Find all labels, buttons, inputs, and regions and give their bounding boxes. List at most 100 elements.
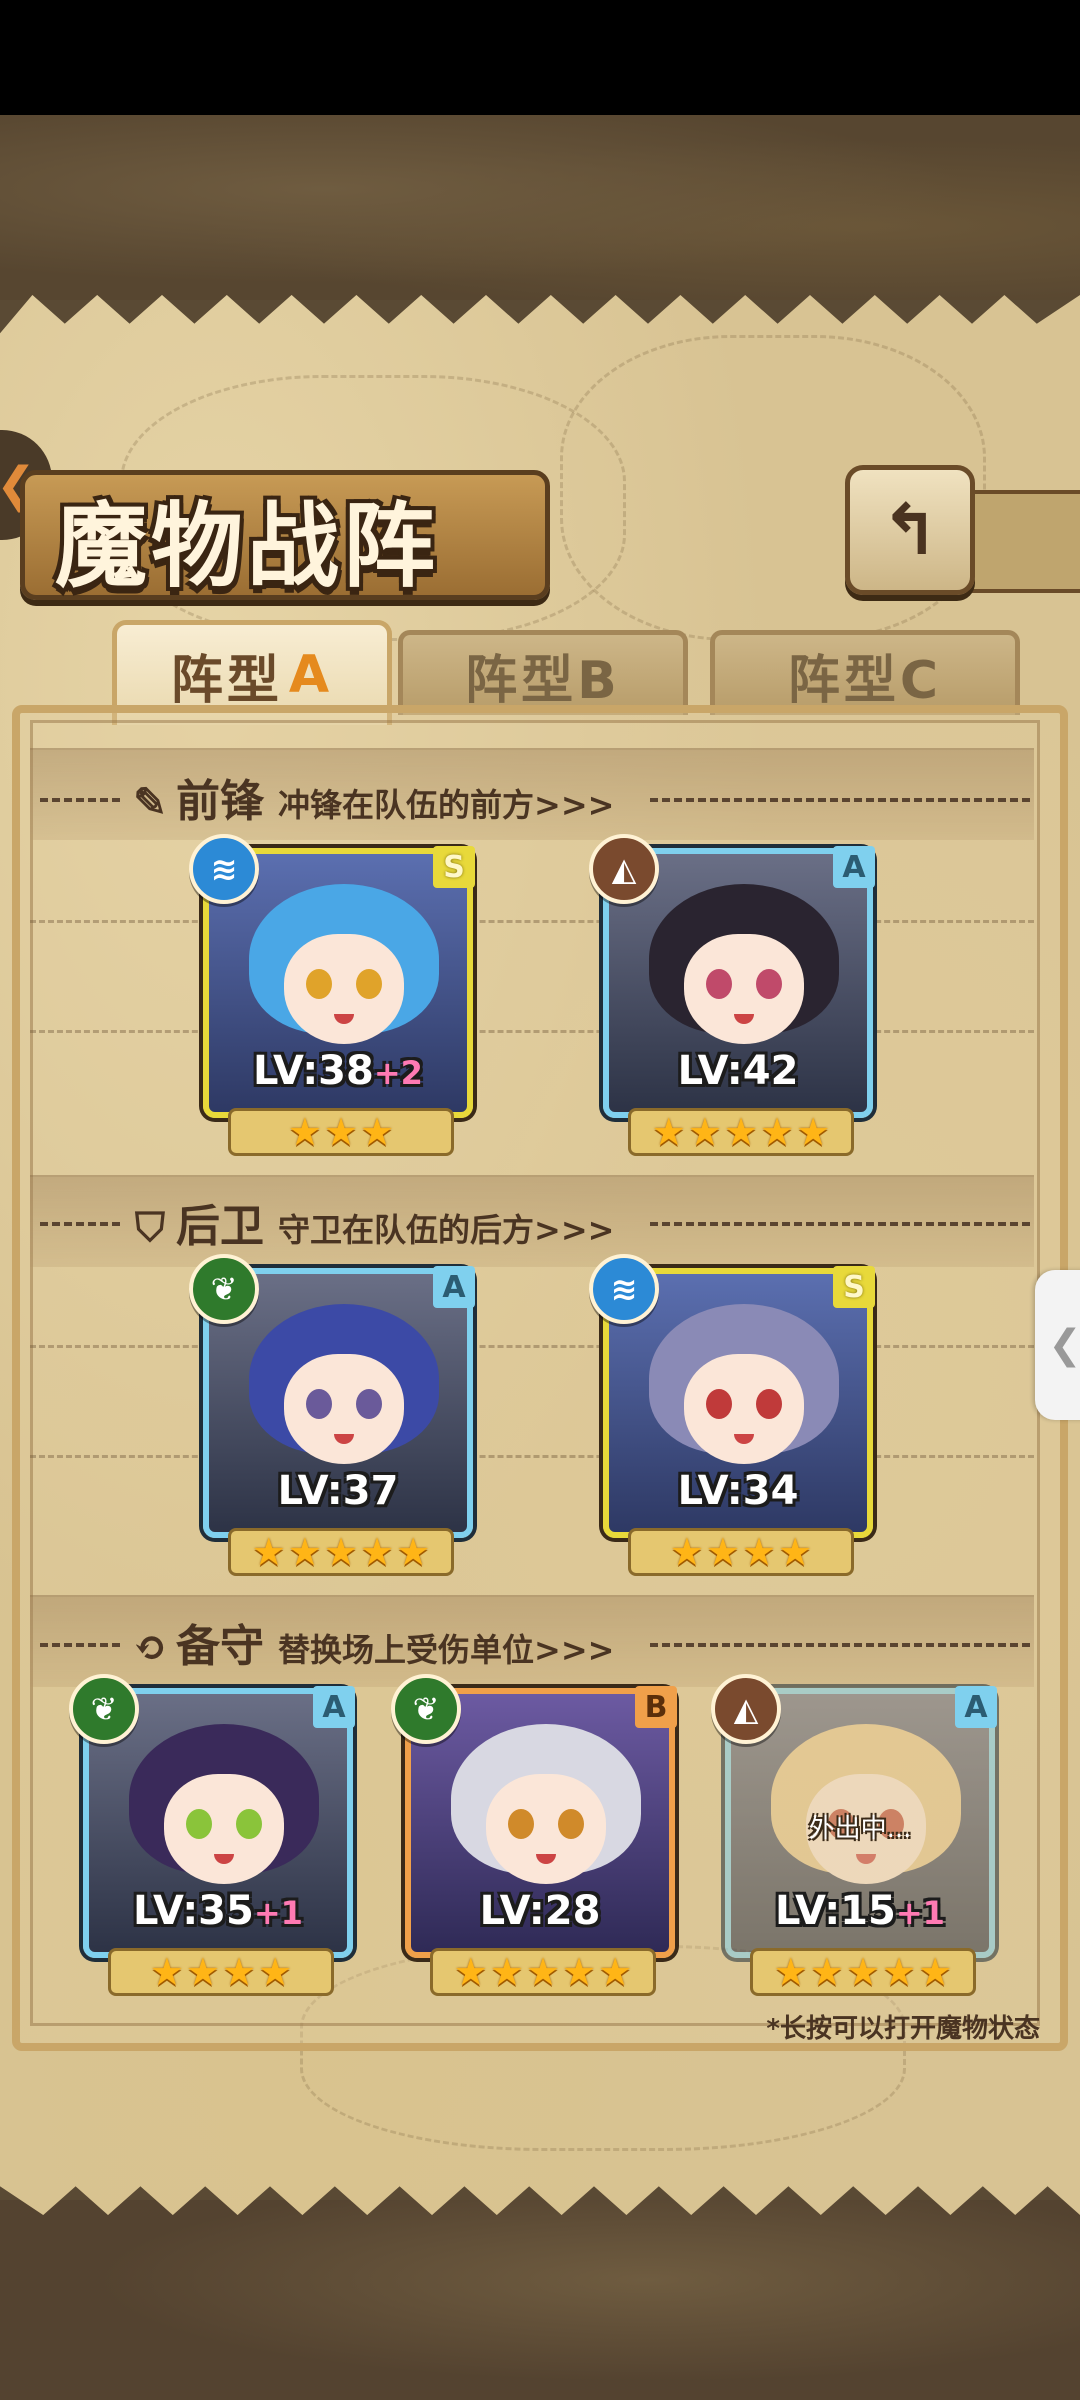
wood-element-icon: ❦ — [189, 1254, 259, 1324]
star-icon: ★ — [287, 1110, 322, 1154]
tab-formation-b[interactable]: 阵型B — [398, 630, 688, 715]
star-icon: ★ — [396, 1530, 431, 1574]
level-bonus: +2 — [373, 1054, 423, 1092]
row-divider — [30, 1455, 1034, 1458]
earth-element-icon: ◭ — [711, 1674, 781, 1744]
level-text: LV:15 — [775, 1888, 896, 1934]
monster-card[interactable]: S ≋ LV:34 ★ ★ ★ ★ — [589, 1254, 875, 1576]
star-rating: ★ ★ ★ ★ ★ — [628, 1108, 854, 1156]
monster-face — [684, 1354, 804, 1464]
monster-face — [486, 1774, 606, 1884]
monster-mouth — [734, 1014, 754, 1024]
tab-formation-c[interactable]: 阵型C — [710, 630, 1020, 715]
star-icon: ★ — [453, 1950, 488, 1994]
star-rating: ★ ★ ★ — [228, 1108, 454, 1156]
monster-mouth — [536, 1854, 556, 1864]
monster-mouth — [214, 1854, 234, 1864]
map-background-bottom — [0, 2200, 1080, 2400]
rank-badge: S — [433, 846, 475, 888]
monster-eye — [558, 1809, 584, 1839]
divider — [650, 798, 1030, 802]
status-bar — [0, 0, 1080, 115]
monster-eye — [306, 1389, 332, 1419]
level-bonus: +1 — [253, 1894, 303, 1932]
star-icon: ★ — [360, 1530, 395, 1574]
monster-face — [684, 934, 804, 1044]
wood-element-icon: ❦ — [391, 1674, 461, 1744]
row-divider — [30, 1030, 1034, 1033]
monster-card[interactable]: 外出中... A ◭ LV:15+1 ★ ★ ★ ★ ★ — [711, 1674, 997, 1996]
star-icon: ★ — [918, 1950, 953, 1994]
star-rating: ★ ★ ★ ★ ★ — [750, 1948, 976, 1996]
monster-face — [284, 1354, 404, 1464]
monster-level: LV:28 — [405, 1888, 675, 1934]
water-element-icon: ≋ — [589, 1254, 659, 1324]
sword-icon: ✎ — [133, 779, 167, 826]
monster-level: LV:34 — [603, 1468, 873, 1514]
star-icon: ★ — [525, 1950, 561, 1994]
monster-level: LV:15+1 — [725, 1888, 995, 1934]
row-divider — [30, 920, 1034, 923]
monster-level: LV:35+1 — [83, 1888, 353, 1934]
rank-badge: A — [313, 1686, 355, 1728]
monster-eye — [356, 969, 382, 999]
star-icon: ★ — [760, 1110, 795, 1154]
side-panel-handle[interactable]: ❮ — [1035, 1270, 1080, 1420]
star-icon: ★ — [778, 1530, 813, 1574]
monster-eye — [508, 1809, 534, 1839]
wood-element-icon: ❦ — [69, 1674, 139, 1744]
shield-icon: ⛉ — [135, 1204, 165, 1251]
star-icon: ★ — [742, 1530, 777, 1574]
monster-mouth — [334, 1434, 354, 1444]
divider — [650, 1643, 1030, 1647]
star-icon: ★ — [796, 1110, 831, 1154]
earth-element-icon: ◭ — [589, 834, 659, 904]
swap-icon: ⟲ — [133, 1624, 167, 1671]
level-bonus: +1 — [895, 1894, 945, 1932]
monster-eye — [356, 1389, 382, 1419]
section-reserve-subtitle: 替换场上受伤单位>>> — [278, 1631, 615, 1669]
tab-suffix: A — [288, 645, 334, 705]
rank-badge: A — [955, 1686, 997, 1728]
monster-card[interactable]: S ≋ LV:38+2 ★ ★ ★ — [189, 834, 475, 1156]
star-icon: ★ — [489, 1950, 524, 1994]
level-text: LV:28 — [479, 1888, 601, 1934]
monster-card[interactable]: A ◭ LV:42 ★ ★ ★ ★ ★ — [589, 834, 875, 1156]
monster-mouth — [734, 1434, 754, 1444]
star-icon: ★ — [287, 1530, 322, 1574]
monster-level: LV:37 — [203, 1468, 473, 1514]
monster-card[interactable]: A ❦ LV:37 ★ ★ ★ ★ ★ — [189, 1254, 475, 1576]
star-rating: ★ ★ ★ ★ ★ — [430, 1948, 656, 1996]
section-rear-subtitle: 守卫在队伍的后方>>> — [278, 1211, 615, 1249]
star-icon: ★ — [258, 1950, 293, 1994]
star-icon: ★ — [185, 1950, 220, 1994]
monster-mouth — [856, 1854, 876, 1864]
star-icon: ★ — [562, 1950, 597, 1994]
monster-eye — [236, 1809, 262, 1839]
divider — [40, 1222, 120, 1226]
level-text: LV:34 — [677, 1468, 799, 1514]
section-reserve-title: ⟲ 备守 替换场上受伤单位>>> — [130, 1610, 614, 1674]
divider — [40, 798, 120, 802]
monster-face — [164, 1774, 284, 1884]
monster-card[interactable]: B ❦ LV:28 ★ ★ ★ ★ ★ — [391, 1674, 677, 1996]
star-icon: ★ — [651, 1110, 686, 1154]
return-button[interactable]: ↰ — [845, 465, 975, 595]
star-icon: ★ — [669, 1530, 704, 1574]
monster-eye — [186, 1809, 212, 1839]
tab-label: 阵型C — [787, 650, 943, 711]
rank-badge: A — [433, 1266, 475, 1308]
tab-label: 阵型B — [465, 650, 621, 711]
monster-eye — [306, 969, 332, 999]
monster-mouth — [334, 1014, 354, 1024]
map-background-top — [0, 115, 1080, 300]
star-icon: ★ — [598, 1950, 633, 1994]
star-icon: ★ — [845, 1950, 881, 1994]
star-icon: ★ — [687, 1110, 722, 1154]
star-icon: ★ — [882, 1950, 917, 1994]
page-title: 魔物战阵 — [55, 492, 440, 600]
monster-card[interactable]: A ❦ LV:35+1 ★ ★ ★ ★ — [69, 1674, 355, 1996]
section-rear-title: ⛉ 后卫 守卫在队伍的后方>>> — [130, 1190, 614, 1254]
star-icon: ★ — [222, 1950, 257, 1994]
star-icon: ★ — [323, 1110, 359, 1154]
